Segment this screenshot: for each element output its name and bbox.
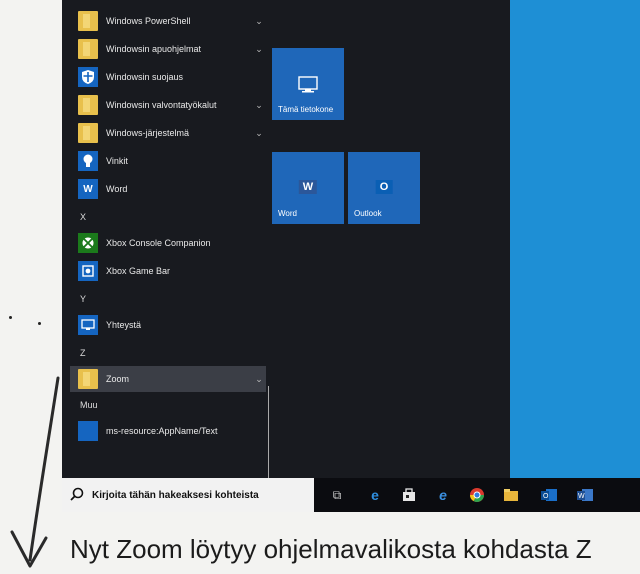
tile-word[interactable]: W Word — [272, 152, 344, 224]
word-icon[interactable]: W — [574, 484, 596, 506]
app-label: Vinkit — [106, 156, 128, 166]
folder-icon — [78, 369, 98, 389]
blank-app-icon — [78, 421, 98, 441]
app-item-windows-powershell[interactable]: Windows PowerShell ⌄ — [70, 8, 266, 34]
svg-text:O: O — [543, 493, 549, 500]
app-label: Word — [106, 184, 128, 194]
scrollbar[interactable] — [268, 386, 269, 482]
screen-photo: Windows PowerShell ⌄ Windowsin apuohjelm… — [62, 0, 640, 512]
connect-icon — [78, 315, 98, 335]
desktop-background — [510, 0, 640, 478]
chevron-down-icon[interactable]: ⌄ — [252, 128, 266, 139]
tile-label: Outlook — [354, 209, 382, 218]
section-header-y[interactable]: Y — [80, 294, 86, 304]
app-item-windowsin-suojaus[interactable]: Windowsin suojaus — [70, 64, 266, 90]
app-label: Windowsin suojaus — [106, 72, 184, 82]
computer-icon — [297, 76, 319, 96]
tile-outlook[interactable]: O Outlook — [348, 152, 420, 224]
app-item-xbox-console-companion[interactable]: Xbox Console Companion — [70, 230, 266, 256]
xbox-icon — [78, 233, 98, 253]
app-label: Xbox Game Bar — [106, 266, 171, 276]
chrome-icon[interactable] — [466, 484, 488, 506]
app-label: Windows PowerShell — [106, 16, 191, 26]
outlook-icon[interactable]: O — [538, 484, 560, 506]
edge-icon[interactable]: e — [364, 484, 386, 506]
app-item-word[interactable]: W Word — [70, 176, 266, 202]
app-label: Yhteystä — [106, 320, 142, 330]
tile-label: Word — [278, 209, 297, 218]
start-menu: Windows PowerShell ⌄ Windowsin apuohjelm… — [62, 0, 510, 482]
word-icon: W — [78, 179, 98, 199]
taskbar: Kirjoita tähän hakeaksesi kohteista ⧉ e … — [62, 478, 640, 512]
chevron-down-icon[interactable]: ⌄ — [252, 100, 266, 111]
internet-explorer-icon[interactable]: e — [432, 484, 454, 506]
task-view-icon[interactable]: ⧉ — [326, 484, 348, 506]
app-item-xbox-game-bar[interactable]: Xbox Game Bar — [70, 258, 266, 284]
app-label: Zoom — [106, 374, 130, 384]
app-label: Windowsin valvontatyökalut — [106, 100, 217, 110]
section-header-x[interactable]: X — [80, 212, 86, 222]
tile-this-pc[interactable]: Tämä tietokone — [272, 48, 344, 120]
app-label: Windowsin apuohjelmat — [106, 44, 202, 54]
shield-icon — [78, 67, 98, 87]
app-item-zoom[interactable]: Zoom ⌄ — [70, 366, 266, 392]
folder-icon — [78, 11, 98, 31]
search-icon — [70, 487, 86, 503]
section-header-z[interactable]: Z — [80, 348, 86, 358]
svg-text:W: W — [578, 493, 585, 500]
app-item-ms-resource[interactable]: ms-resource:AppName/Text — [70, 418, 266, 444]
caption-text: Nyt Zoom löytyy ohjelmavalikosta kohdast… — [70, 534, 592, 564]
file-explorer-icon[interactable] — [500, 484, 522, 506]
app-label: Windows-järjestelmä — [106, 128, 190, 138]
folder-icon — [78, 123, 98, 143]
chevron-down-icon[interactable]: ⌄ — [252, 44, 266, 55]
tile-label: Tämä tietokone — [278, 105, 334, 114]
chevron-down-icon[interactable]: ⌄ — [252, 16, 266, 27]
pen-dot — [38, 322, 41, 325]
folder-icon — [78, 39, 98, 59]
app-item-windowsin-apuohjelmat[interactable]: Windowsin apuohjelmat ⌄ — [70, 36, 266, 62]
store-icon[interactable] — [398, 484, 420, 506]
outlook-icon: O — [375, 180, 393, 194]
app-label: ms-resource:AppName/Text — [106, 426, 218, 436]
word-icon: W — [298, 180, 318, 194]
chevron-down-icon[interactable]: ⌄ — [252, 374, 266, 385]
app-list: Windows PowerShell ⌄ Windowsin apuohjelm… — [70, 6, 269, 482]
search-placeholder: Kirjoita tähän hakeaksesi kohteista — [92, 489, 259, 501]
hand-drawn-arrow-icon — [10, 376, 60, 568]
pen-dot — [9, 316, 12, 319]
app-item-windowsin-valvontatyokalut[interactable]: Windowsin valvontatyökalut ⌄ — [70, 92, 266, 118]
lightbulb-icon — [78, 151, 98, 171]
app-label: Xbox Console Companion — [106, 238, 211, 248]
search-box[interactable]: Kirjoita tähän hakeaksesi kohteista — [62, 478, 314, 512]
folder-icon — [78, 95, 98, 115]
app-item-vinkit[interactable]: Vinkit — [70, 148, 266, 174]
app-item-yhteysta[interactable]: Yhteystä — [70, 312, 266, 338]
xbox-game-bar-icon — [78, 261, 98, 281]
app-item-windows-jarjestelma[interactable]: Windows-järjestelmä ⌄ — [70, 120, 266, 146]
section-header-other[interactable]: Muu — [80, 400, 98, 410]
